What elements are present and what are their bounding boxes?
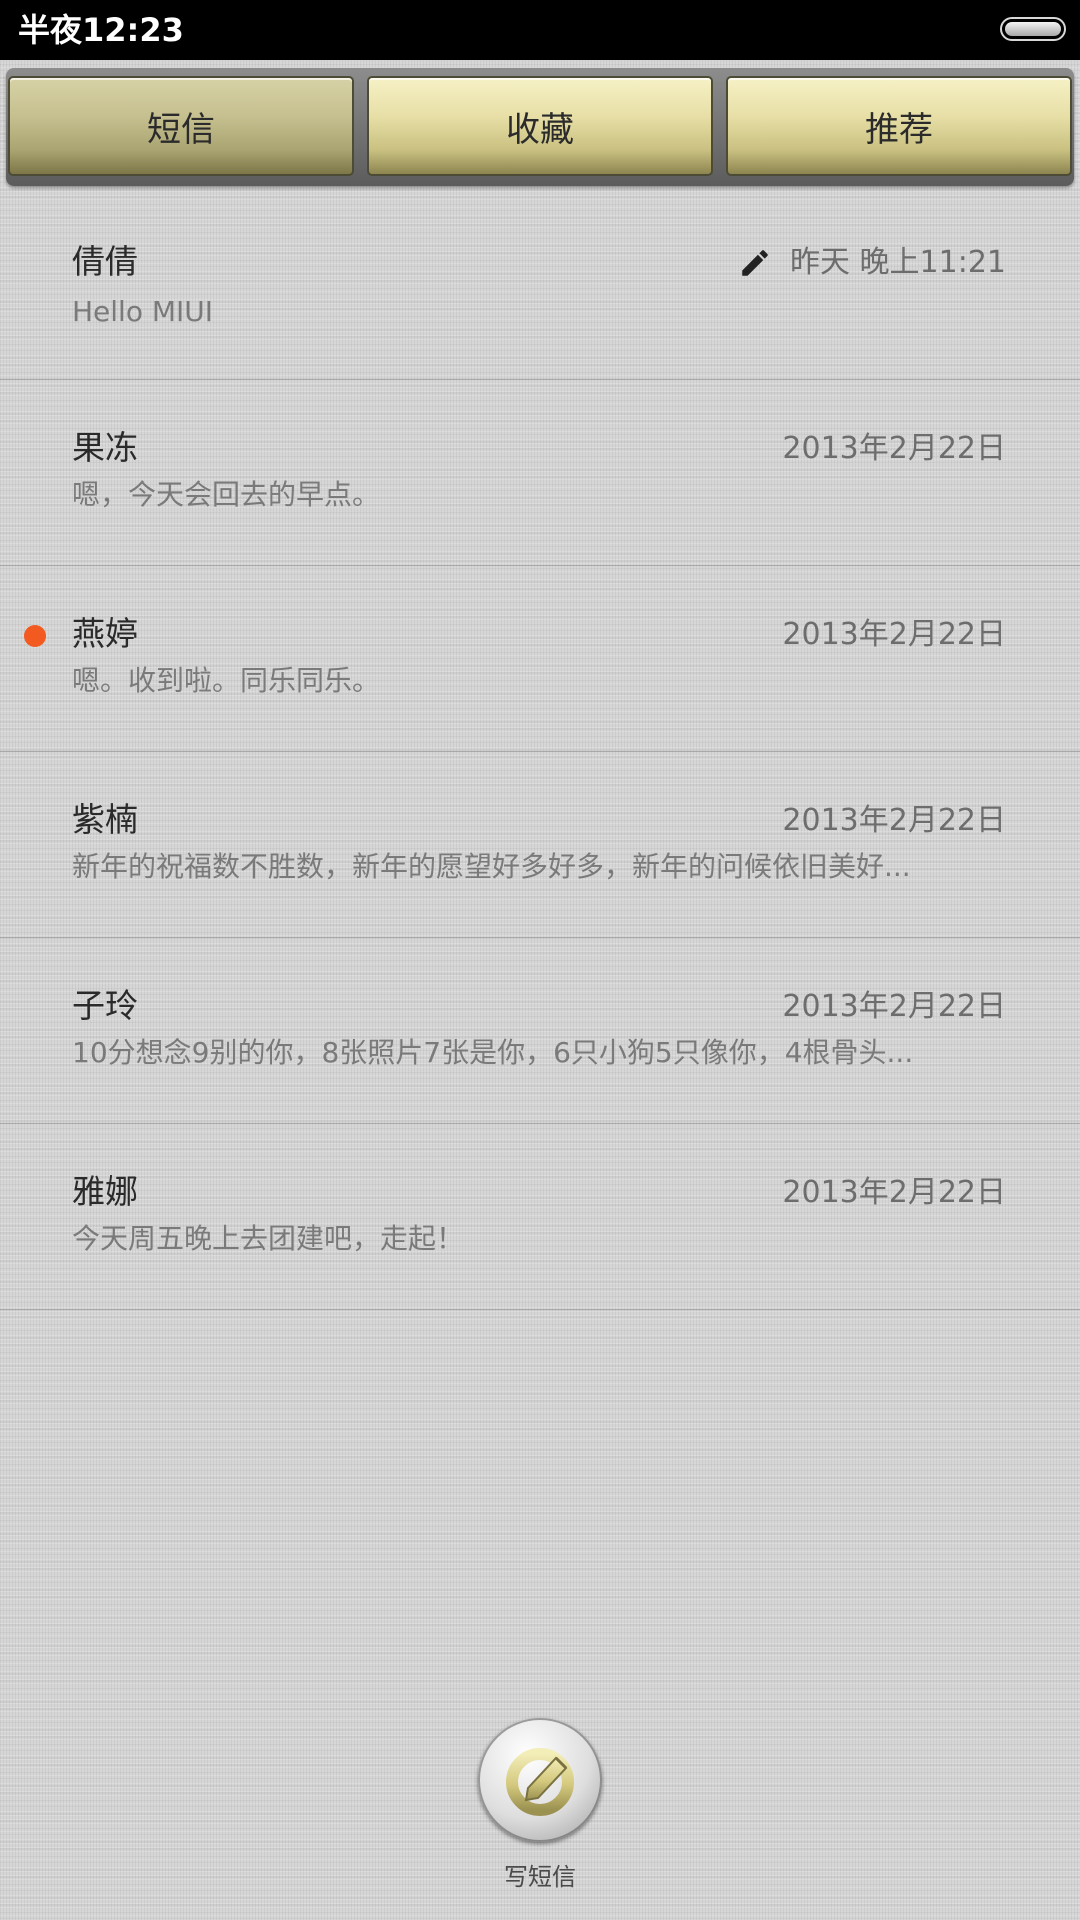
tab-recommended[interactable]: 推荐 xyxy=(726,76,1072,176)
conversation-list: 倩倩 昨天 晚上11:21 Hello MIUI 果冻 2013年2月22日 嗯… xyxy=(0,196,1080,1310)
battery-icon xyxy=(1000,17,1066,41)
conversation-row[interactable]: 子玲 2013年2月22日 10分想念9别的你，8张照片7张是你，6只小狗5只像… xyxy=(0,938,1080,1124)
message-date: 2013年2月22日 xyxy=(782,989,1006,1024)
status-bar: 半夜12:23 xyxy=(0,0,1080,60)
message-date: 2013年2月22日 xyxy=(782,1175,1006,1210)
conversation-row[interactable]: 果冻 2013年2月22日 嗯，今天会回去的早点。 xyxy=(0,380,1080,566)
contact-name: 燕婷 xyxy=(72,614,138,653)
message-preview: 嗯。收到啦。同乐同乐。 xyxy=(72,664,381,697)
draft-pencil-icon xyxy=(742,250,768,276)
conversation-row[interactable]: 燕婷 2013年2月22日 嗯。收到啦。同乐同乐。 xyxy=(0,566,1080,752)
message-date: 2013年2月22日 xyxy=(782,431,1006,466)
compose-icon xyxy=(506,1748,574,1816)
tab-bar: 短信 收藏 推荐 xyxy=(6,68,1074,186)
conversation-row[interactable]: 紫楠 2013年2月22日 新年的祝福数不胜数，新年的愿望好多好多，新年的问候依… xyxy=(0,752,1080,938)
conversation-row[interactable]: 倩倩 昨天 晚上11:21 Hello MIUI xyxy=(0,196,1080,380)
battery-fill xyxy=(1005,22,1061,36)
message-preview: 10分想念9别的你，8张照片7张是你，6只小狗5只像你，4根骨头... xyxy=(72,1036,914,1069)
status-time: 半夜12:23 xyxy=(18,11,184,49)
tab-messages[interactable]: 短信 xyxy=(8,76,354,176)
message-date: 昨天 晚上11:21 xyxy=(790,245,1006,280)
message-preview: 新年的祝福数不胜数，新年的愿望好多好多，新年的问候依旧美好... xyxy=(72,850,911,883)
conversation-row[interactable]: 雅娜 2013年2月22日 今天周五晚上去团建吧，走起！ xyxy=(0,1124,1080,1310)
message-preview: 今天周五晚上去团建吧，走起！ xyxy=(72,1222,465,1255)
contact-name: 果冻 xyxy=(72,428,138,467)
contact-name: 倩倩 xyxy=(72,242,138,281)
unread-dot-icon xyxy=(24,625,46,647)
contact-name: 雅娜 xyxy=(72,1172,138,1211)
message-date: 2013年2月22日 xyxy=(782,617,1006,652)
compose-button[interactable] xyxy=(478,1718,602,1842)
tab-favorites[interactable]: 收藏 xyxy=(367,76,713,176)
message-preview: Hello MIUI xyxy=(72,295,214,328)
contact-name: 紫楠 xyxy=(72,800,138,839)
contact-name: 子玲 xyxy=(72,986,138,1025)
draft-date-group: 昨天 晚上11:21 xyxy=(738,244,1006,282)
message-preview: 嗯，今天会回去的早点。 xyxy=(72,478,381,511)
compose-label: 写短信 xyxy=(504,1863,576,1891)
message-date: 2013年2月22日 xyxy=(782,803,1006,838)
